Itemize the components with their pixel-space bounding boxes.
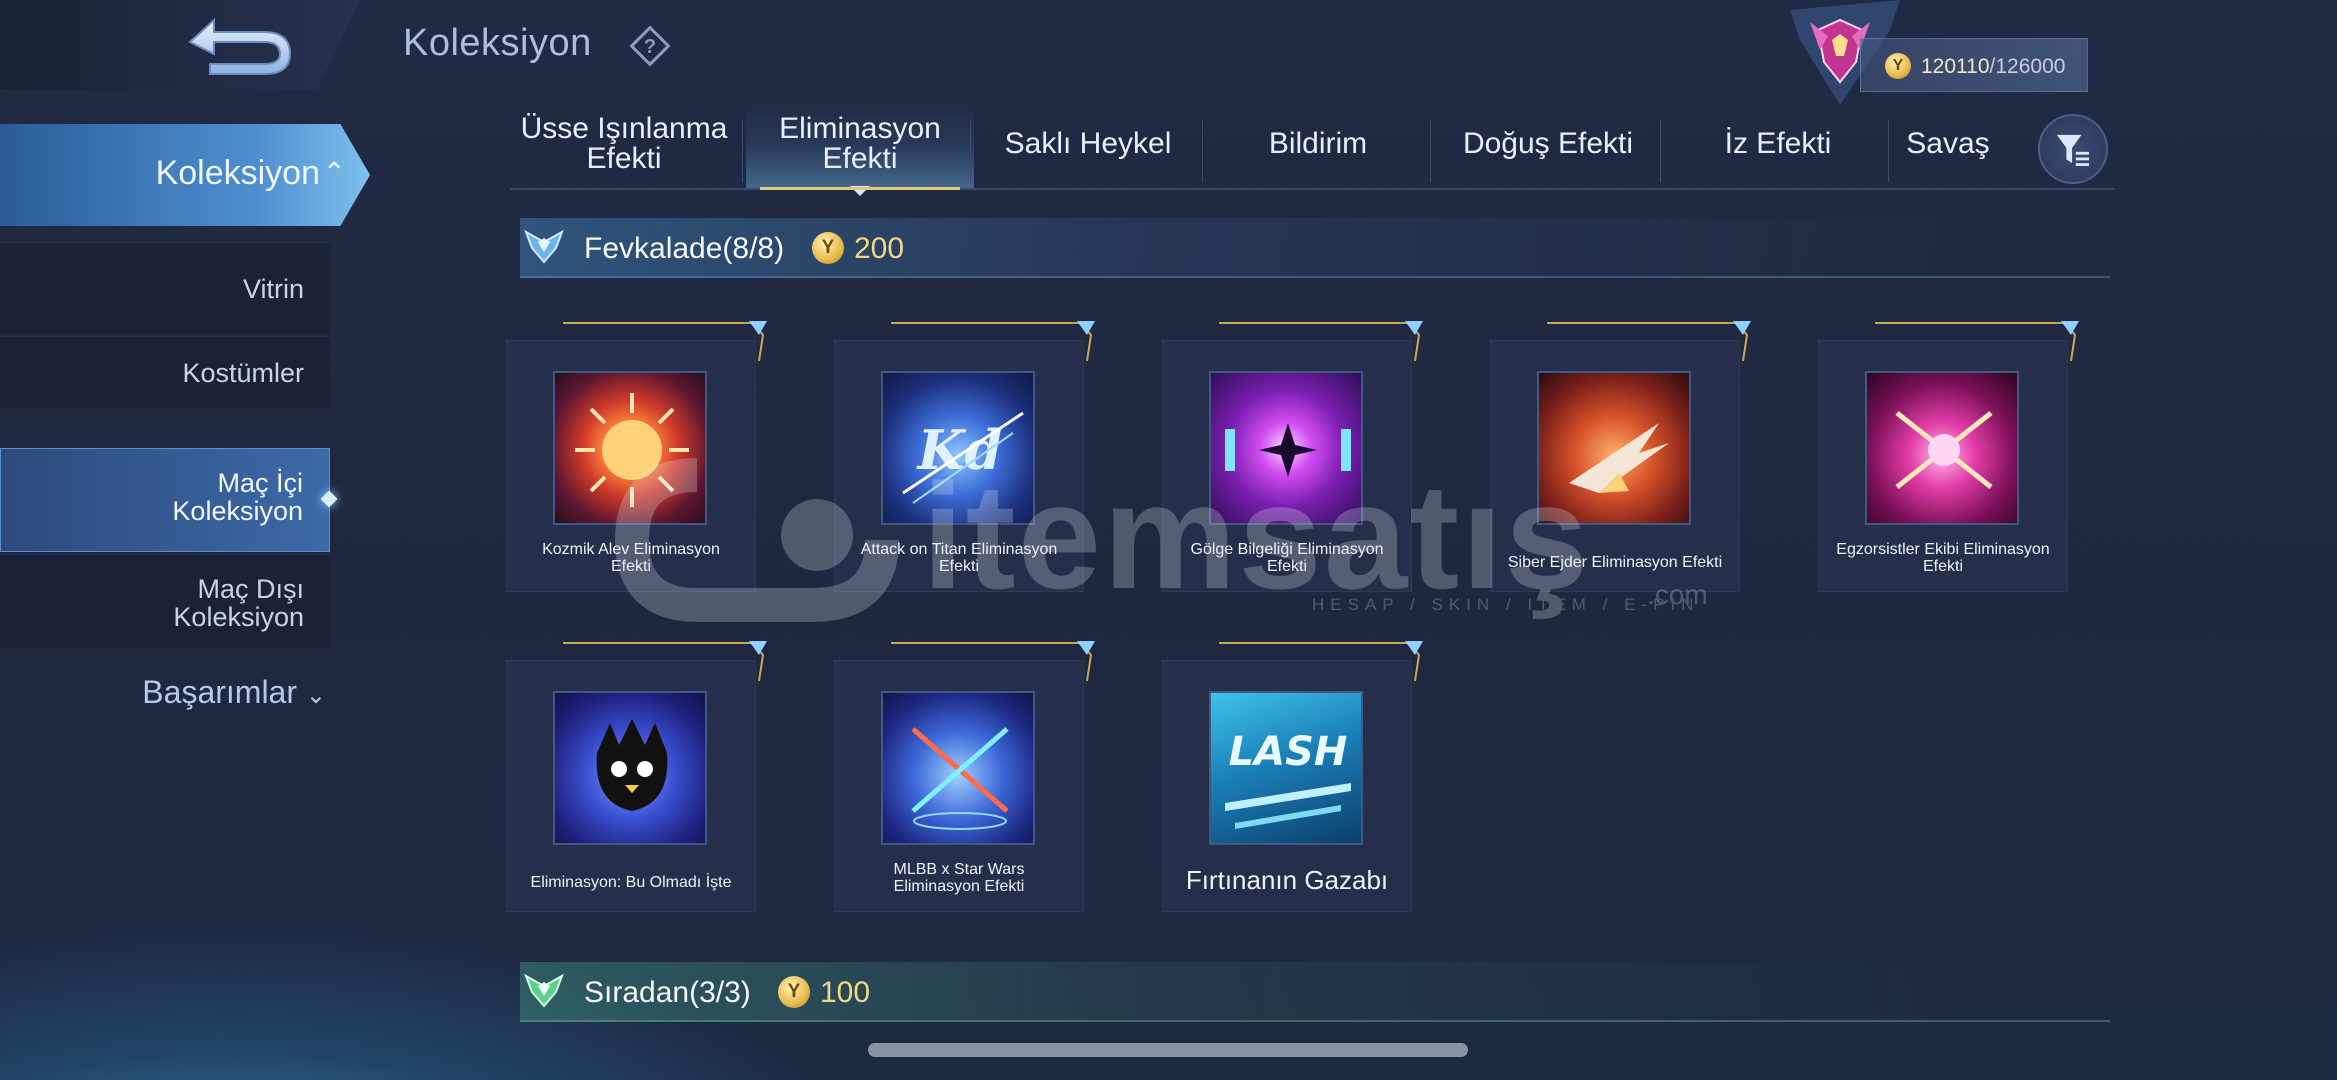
card-frame-ornament (563, 641, 767, 681)
tab-sakli-heykel[interactable]: Saklı Heykel (974, 100, 1202, 188)
svg-text:?: ? (644, 36, 656, 58)
effect-thumbnail (1865, 371, 2019, 525)
sidebar-item-label: Vitrin (242, 274, 304, 304)
basarimlar-label: Başarımlar (142, 674, 297, 710)
active-indicator-icon (320, 490, 338, 508)
effect-thumbnail: LASH (1209, 691, 1363, 845)
sidebar-item-label: Maç İçi Koleksiyon (172, 468, 303, 526)
tab-divider (1202, 120, 1203, 182)
section-cost: 200 (854, 232, 905, 265)
card-frame-ornament (1219, 321, 1423, 361)
top-bar: Koleksiyon ? Y 120110/126000 (0, 0, 2337, 105)
card-frame-ornament (563, 321, 767, 361)
section-siradan: Sıradan(3/3) Y 100 (520, 962, 2110, 1022)
effect-caption: Kozmik Alev Eliminasyon Efekti (542, 541, 720, 575)
collection-points: 120110/126000 (1921, 55, 2065, 79)
back-arrow-icon[interactable] (180, 12, 300, 78)
active-tab-caret-icon (850, 186, 870, 196)
tab-divider (970, 120, 971, 182)
effect-card-siber-ejder[interactable]: Siber Ejder Eliminasyon Efekti (1490, 321, 1751, 592)
effect-thumbnail (881, 691, 1035, 845)
section-fevkalade: Fevkalade(8/8) Y 200 (520, 218, 2110, 278)
tab-label: Eliminasyon Efekti (779, 112, 941, 175)
tab-label: Saklı Heykel (1004, 127, 1172, 160)
points-max: /126000 (1989, 55, 2066, 78)
tab-dogus-efekti[interactable]: Doğuş Efekti (1434, 100, 1662, 188)
sidebar-item-basarimlar[interactable]: Başarımlar ⌄ (0, 664, 340, 722)
tab-label: İz Efekti (1724, 127, 1832, 160)
coin-icon: Y (778, 976, 810, 1008)
sidebar-item-label: Kostümler (182, 358, 304, 388)
effect-thumbnail: Kd (881, 371, 1035, 525)
tab-divider (1660, 120, 1661, 182)
filter-icon[interactable] (2038, 114, 2108, 184)
points-current: 120110 (1921, 55, 1990, 78)
effect-card-mlbb-star-wars[interactable]: MLBB x Star Wars Eliminasyon Efekti (834, 641, 1095, 912)
effect-card-bu-olmadi-iste[interactable]: Eliminasyon: Bu Olmadı İşte (506, 641, 767, 912)
tab-bildirim[interactable]: Bildirim (1204, 100, 1432, 188)
svg-text:LASH: LASH (1229, 729, 1348, 775)
sidebar-item-label: Başarımlar ⌄ (142, 674, 326, 711)
sidebar: Koleksiyon ⌃ Vitrin Kostümler Maç İçi Ko… (0, 92, 370, 1080)
sidebar-item-mac-ici-koleksiyon[interactable]: Maç İçi Koleksiyon (0, 448, 338, 552)
sidebar-item-vitrin[interactable]: Vitrin (0, 242, 330, 334)
tab-bar: Üsse Işınlanma Efekti Eliminasyon Efekti… (510, 100, 2115, 196)
coin-icon: Y (812, 232, 844, 264)
tier-emblem-icon (524, 229, 564, 264)
effect-caption: Gölge Bilgeliği Eliminasyon Efekti (1190, 541, 1384, 575)
effect-card-egzorsistler-ekibi[interactable]: Egzorsistler Ekibi Eliminasyon Efekti (1818, 321, 2079, 592)
effect-card-kozmik-alev[interactable]: Kozmik Alev Eliminasyon Efekti (506, 321, 767, 592)
card-frame-ornament (891, 641, 1095, 681)
effect-card-golge-bilgeligi[interactable]: Gölge Bilgeliği Eliminasyon Efekti (1162, 321, 1423, 592)
sidebar-item-mac-disi-koleksiyon[interactable]: Maç Dışı Koleksiyon (0, 554, 330, 648)
sidebar-item-label: Maç Dışı Koleksiyon (173, 574, 304, 632)
tab-label: Bildirim (1268, 127, 1368, 160)
page-title: Koleksiyon (403, 22, 592, 64)
section-header-bar (520, 962, 2110, 1022)
help-icon[interactable]: ? (628, 24, 672, 68)
effect-thumbnail (1209, 371, 1363, 525)
effect-card-attack-on-titan[interactable]: Kd Attack on Titan Eliminasyon Efekti (834, 321, 1095, 592)
effect-caption: Eliminasyon: Bu Olmadı İşte (530, 874, 732, 891)
card-frame-ornament (1547, 321, 1751, 361)
effect-caption: Attack on Titan Eliminasyon Efekti (860, 541, 1058, 575)
tier-emblem-icon (524, 973, 564, 1008)
collection-points-box: Y 120110/126000 (1860, 38, 2088, 92)
tab-label: Doğuş Efekti (1462, 127, 1634, 160)
chevron-up-icon: ⌃ (322, 157, 346, 188)
tab-savas[interactable]: Savaş (1848, 100, 2048, 188)
effect-caption: Egzorsistler Ekibi Eliminasyon Efekti (1836, 541, 2050, 575)
watermark-subtext: HESAP / SKIN / ITEM / E-PIN (1312, 595, 1700, 614)
sidebar-item-kostumler[interactable]: Kostümler (0, 336, 330, 408)
section-cost: 100 (820, 976, 871, 1009)
tab-label: Savaş (1906, 127, 1990, 160)
tab-eliminasyon-efekti[interactable]: Eliminasyon Efekti (746, 100, 974, 196)
section-title: Sıradan(3/3) (584, 976, 751, 1009)
card-frame-ornament (891, 321, 1095, 361)
sidebar-item-koleksiyon[interactable]: Koleksiyon ⌃ (0, 124, 370, 226)
card-frame-ornament (1875, 321, 2079, 361)
card-frame-ornament (1219, 641, 1423, 681)
chevron-down-icon: ⌄ (305, 682, 326, 709)
effect-thumbnail (1537, 371, 1691, 525)
sidebar-main-label: Koleksiyon (155, 154, 320, 192)
tab-divider (1430, 120, 1431, 182)
tab-usse-isinlanma-efekti[interactable]: Üsse Işınlanma Efekti (510, 100, 738, 188)
effect-caption: Fırtınanın Gazabı (1185, 865, 1389, 895)
effect-thumbnail (553, 371, 707, 525)
coin-icon: Y (1885, 53, 1911, 79)
tab-divider (742, 120, 743, 182)
effect-thumbnail (553, 691, 707, 845)
effect-caption: MLBB x Star Wars Eliminasyon Efekti (893, 861, 1025, 895)
tab-label: Üsse Işınlanma Efekti (520, 112, 728, 175)
effect-card-firtinanin-gazabi[interactable]: LASH Fırtınanın Gazabı (1162, 641, 1423, 912)
effect-caption: Siber Ejder Eliminasyon Efekti (1507, 554, 1723, 571)
home-indicator[interactable] (868, 1043, 1468, 1057)
section-title: Fevkalade(8/8) (584, 232, 785, 265)
